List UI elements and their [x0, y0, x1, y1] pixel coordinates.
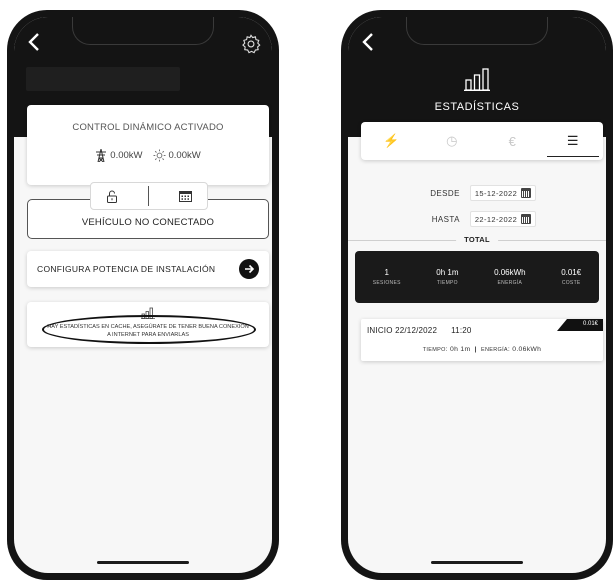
- back-icon[interactable]: [358, 31, 380, 53]
- date-to-label: HASTA: [431, 214, 460, 224]
- total-energy: 0.06kWh ENERGÍA: [494, 268, 526, 286]
- configure-power-button[interactable]: CONFIGURA POTENCIA DE INSTALACIÓN: [27, 251, 269, 287]
- session-time-label: TIEMPO: [422, 347, 446, 353]
- total-time-label: TIEMPO: [436, 280, 458, 286]
- bolt-icon: ⚡: [383, 133, 400, 148]
- home-indicator: [431, 561, 523, 564]
- total-cost-label: COSTE: [561, 280, 581, 286]
- session-detail: TIEMPO: 0h 1m | ENERGÍA: 0.06kWh: [361, 346, 603, 353]
- bar-chart-icon: [464, 68, 490, 91]
- charger-name-placeholder: [26, 67, 180, 91]
- statistics-tabs: ⚡ ◷ € ☰: [361, 122, 603, 160]
- total-label: TOTAL: [456, 235, 498, 244]
- date-to-row: HASTA 22-12-2022: [348, 211, 606, 227]
- total-time-value: 0h 1m: [436, 268, 459, 277]
- gear-icon[interactable]: [240, 33, 262, 55]
- date-from-value: 15-12-2022: [474, 188, 518, 198]
- date-from-label: DESDE: [430, 188, 460, 198]
- vehicle-status-text: VEHÍCULO NO CONECTADO: [81, 216, 215, 228]
- session-start: INICIO 22/12/2022 11:20: [367, 326, 472, 335]
- session-card[interactable]: INICIO 22/12/2022 11:20 0.01€ TIEMPO: 0h …: [361, 319, 603, 361]
- charger-screen: CONTROL DINÁMICO ACTIVADO 0.00kW 0.00kW …: [14, 17, 272, 573]
- notch: [72, 17, 214, 45]
- tab-time[interactable]: ◷: [422, 122, 483, 160]
- phone-frame-left: CONTROL DINÁMICO ACTIVADO 0.00kW 0.00kW …: [7, 10, 279, 580]
- calendar-icon: [521, 214, 532, 224]
- highlight-ellipse: [42, 315, 256, 344]
- configure-power-label: CONFIGURA POTENCIA DE INSTALACIÓN: [37, 264, 216, 274]
- total-energy-label: ENERGÍA: [497, 280, 523, 286]
- back-icon[interactable]: [24, 31, 46, 53]
- date-to-value: 22-12-2022: [474, 214, 518, 224]
- total-sessions-value: 1: [384, 268, 389, 277]
- home-indicator: [97, 561, 189, 564]
- tab-cost[interactable]: €: [482, 122, 543, 160]
- session-start-time: 11:20: [451, 326, 472, 335]
- cache-notice-card[interactable]: HAY ESTADÍSTICAS EN CACHE, ASEGÚRATE DE …: [27, 302, 269, 347]
- session-energy-value: : 0.06kWh: [507, 346, 542, 353]
- date-to-field[interactable]: 22-12-2022: [469, 211, 537, 227]
- tab-energy[interactable]: ⚡: [361, 122, 422, 160]
- tab-list[interactable]: ☰: [543, 122, 604, 160]
- list-icon: ☰: [566, 133, 579, 148]
- date-from-field[interactable]: 15-12-2022: [469, 185, 537, 201]
- euro-icon: €: [508, 133, 516, 149]
- electric-tower-icon: [96, 149, 107, 162]
- total-time: 0h 1m TIEMPO: [436, 268, 458, 286]
- total-cost: 0.01€ COSTE: [561, 268, 581, 286]
- sun-icon: [153, 149, 165, 162]
- session-time-value: : 0h 1m: [445, 346, 471, 353]
- clock-icon: ◷: [446, 133, 458, 148]
- dynamic-control-title: CONTROL DINÁMICO ACTIVADO: [72, 122, 224, 133]
- grid-power-value: 0.00kW: [110, 150, 143, 161]
- session-cost-badge: 0.01€: [557, 319, 603, 331]
- statistics-title: ESTADÍSTICAS: [434, 101, 520, 113]
- calendar-icon: [521, 188, 532, 198]
- solar-power-value: 0.00kW: [168, 150, 201, 161]
- session-energy-label: ENERGÍA: [481, 347, 508, 353]
- dynamic-control-card: CONTROL DINÁMICO ACTIVADO 0.00kW 0.00kW: [27, 105, 269, 185]
- date-from-row: DESDE 15-12-2022: [348, 185, 606, 201]
- grid-power-reading: 0.00kW: [95, 149, 143, 162]
- session-start-date: INICIO 22/12/2022: [367, 326, 438, 335]
- solar-power-reading: 0.00kW: [153, 149, 201, 162]
- totals-summary: 1 SESIONES 0h 1m TIEMPO 0.06kWh ENERGÍA …: [355, 251, 599, 303]
- lock-schedule-toggle: [90, 182, 208, 210]
- notch: [406, 17, 548, 45]
- phone-frame-right: ESTADÍSTICAS ⚡ ◷ € ☰ DESDE 15-12-2022 HA…: [341, 10, 613, 580]
- total-sessions: 1 SESIONES: [373, 268, 401, 286]
- total-sessions-label: SESIONES: [372, 280, 401, 286]
- unlock-icon[interactable]: [106, 190, 118, 203]
- statistics-screen: ESTADÍSTICAS ⚡ ◷ € ☰ DESDE 15-12-2022 HA…: [348, 17, 606, 573]
- arrow-right-icon[interactable]: [239, 259, 259, 279]
- separator: |: [474, 346, 477, 353]
- total-cost-value: 0.01€: [561, 268, 582, 277]
- power-readings: 0.00kW 0.00kW: [27, 149, 269, 162]
- total-energy-value: 0.06kWh: [494, 268, 526, 277]
- toggle-divider: [148, 186, 149, 206]
- calendar-icon[interactable]: [179, 190, 192, 202]
